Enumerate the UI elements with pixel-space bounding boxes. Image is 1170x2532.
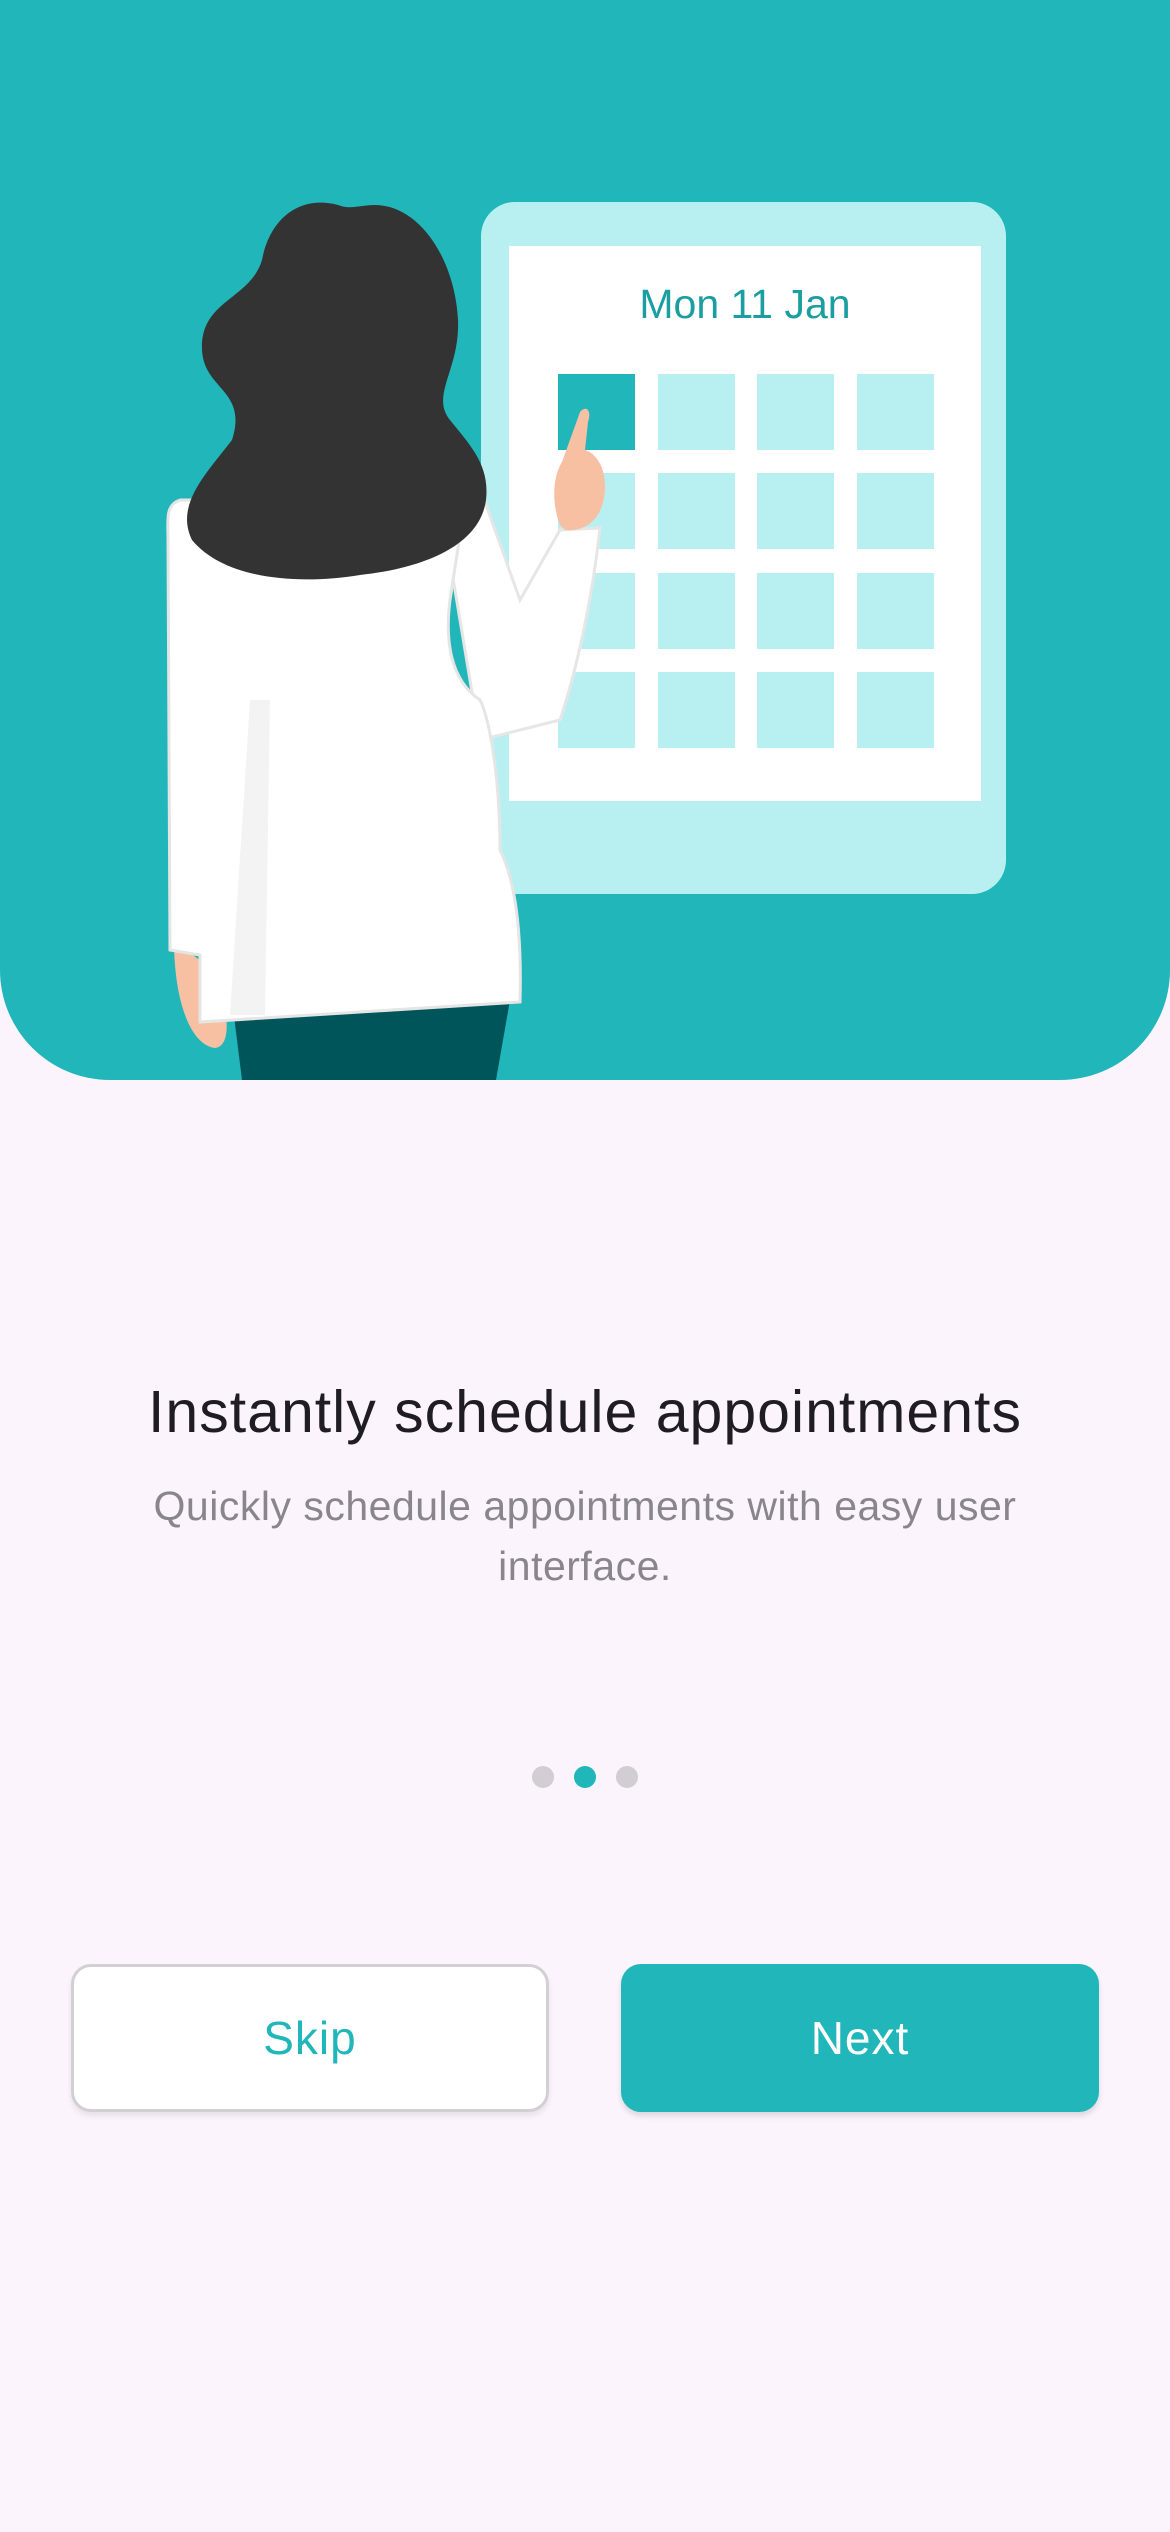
- calendar-cell: [658, 573, 735, 649]
- page-indicator: [0, 1766, 1170, 1788]
- page-indicator-dot-active: [574, 1766, 596, 1788]
- calendar-cell: [658, 374, 735, 450]
- calendar-cell: [857, 672, 934, 748]
- doctor-calendar-illustration: Mon 11 Jan: [166, 202, 1006, 1080]
- calendar-cell: [757, 573, 834, 649]
- calendar-cell: [857, 374, 934, 450]
- calendar-cell-selected: [558, 374, 635, 450]
- calendar-cell: [658, 473, 735, 549]
- hero-illustration: Mon 11 Jan: [0, 0, 1170, 1080]
- calendar-cell: [658, 672, 735, 748]
- page-indicator-dot: [532, 1766, 554, 1788]
- calendar-cell: [857, 573, 934, 649]
- calendar-cell: [757, 473, 834, 549]
- next-button[interactable]: Next: [621, 1964, 1099, 2112]
- calendar-cell: [757, 374, 834, 450]
- doctor-hair: [187, 202, 487, 580]
- calendar-cell: [857, 473, 934, 549]
- skip-button[interactable]: Skip: [71, 1964, 549, 2112]
- onboarding-title: Instantly schedule appointments: [148, 1379, 1022, 1445]
- calendar-date-label: Mon 11 Jan: [639, 281, 850, 327]
- calendar-cell: [757, 672, 834, 748]
- onboarding-subtitle: Quickly schedule appointments with easy …: [153, 1483, 1017, 1589]
- page-indicator-dot: [616, 1766, 638, 1788]
